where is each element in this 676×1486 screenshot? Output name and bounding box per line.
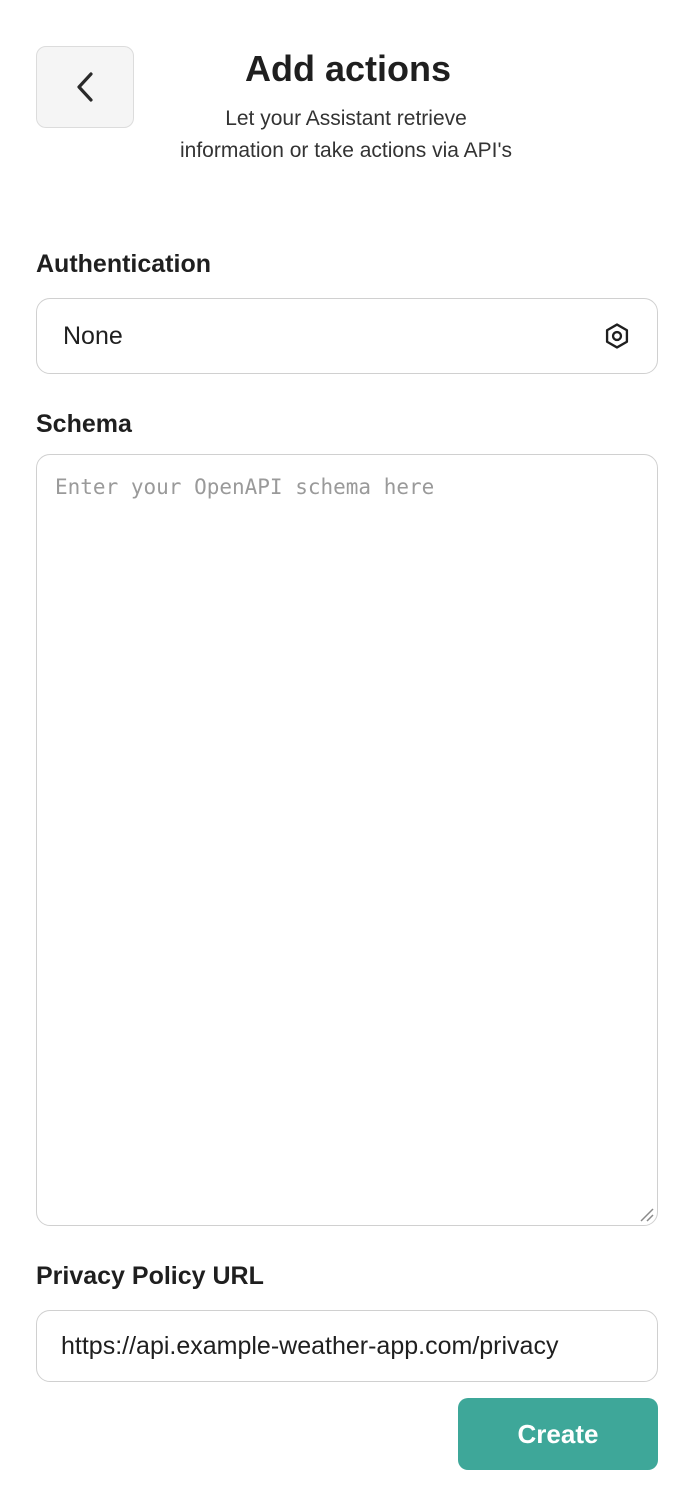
- schema-textarea[interactable]: [36, 454, 658, 1226]
- privacy-policy-label: Privacy Policy URL: [36, 1262, 264, 1290]
- page-title: Add actions: [244, 48, 451, 89]
- authentication-label: Authentication: [36, 250, 211, 278]
- privacy-policy-url-input[interactable]: [36, 1310, 658, 1382]
- authentication-select[interactable]: None: [36, 298, 658, 374]
- authentication-value: None: [63, 321, 123, 350]
- schema-label: Schema: [36, 410, 132, 438]
- create-button[interactable]: Create: [458, 1398, 658, 1470]
- page-subtitle: Let your Assistant retrieve information …: [179, 107, 512, 162]
- resize-handle-icon[interactable]: [638, 1206, 654, 1222]
- gear-icon[interactable]: [603, 322, 631, 350]
